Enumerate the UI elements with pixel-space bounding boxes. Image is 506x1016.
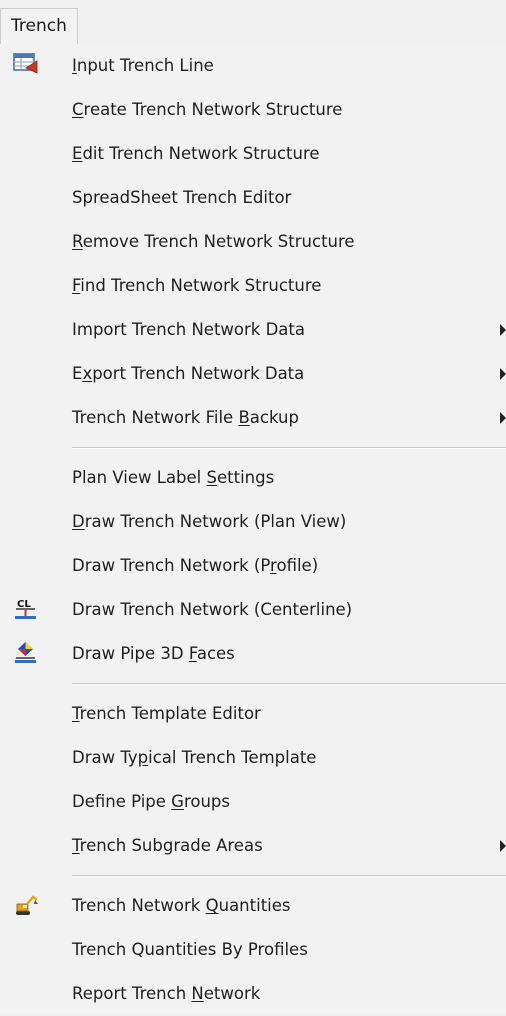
menu-item-label: Draw Trench Network (Centerline) — [72, 600, 353, 619]
menu-item-label: Trench Network Quantities — [72, 896, 291, 915]
menu-item-label: Edit Trench Network Structure — [72, 144, 320, 163]
menu-item-trench-subgrade-areas[interactable]: Trench Subgrade Areas — [0, 824, 506, 868]
menu-item-label: Draw Trench Network (Plan View) — [72, 512, 347, 531]
menu-item-draw-pipe-3d-faces[interactable]: Draw Pipe 3D Faces — [0, 632, 506, 676]
menu-item-label: Define Pipe Groups — [72, 792, 230, 811]
menu-item-draw-trench-network-plan-view[interactable]: Draw Trench Network (Plan View) — [0, 500, 506, 544]
menu-item-remove-trench-network-structure[interactable]: Remove Trench Network Structure — [0, 220, 506, 264]
menu-item-label: Remove Trench Network Structure — [72, 232, 355, 251]
pipe-3d-icon — [13, 640, 41, 668]
menu-item-trench-network-file-backup[interactable]: Trench Network File Backup — [0, 396, 506, 440]
menu-item-trench-quantities-by-profiles[interactable]: Trench Quantities By Profiles — [0, 928, 506, 972]
menu-item-trench-network-quantities[interactable]: Trench Network Quantities — [0, 884, 506, 928]
menu-item-create-trench-network-structure[interactable]: Create Trench Network Structure — [0, 88, 506, 132]
menu-item-plan-view-label-settings[interactable]: Plan View Label Settings — [0, 456, 506, 500]
trench-dropdown-menu: Input Trench Line Create Trench Network S… — [0, 44, 506, 1014]
menu-item-label: Trench Template Editor — [72, 704, 261, 723]
menu-item-label: Trench Network File Backup — [72, 408, 299, 427]
submenu-arrow-icon — [500, 324, 506, 336]
menu-item-label: Report Trench Network — [72, 984, 261, 1003]
menu-item-edit-trench-network-structure[interactable]: Edit Trench Network Structure — [0, 132, 506, 176]
menu-item-trench-template-editor[interactable]: Trench Template Editor — [0, 692, 506, 736]
trench-line-icon — [13, 52, 41, 80]
menu-item-label: Input Trench Line — [72, 56, 214, 75]
menu-item-label: Create Trench Network Structure — [72, 100, 343, 119]
menu-item-label: Export Trench Network Data — [72, 364, 305, 383]
menu-item-import-trench-network-data[interactable]: Import Trench Network Data — [0, 308, 506, 352]
submenu-arrow-icon — [500, 368, 506, 380]
menu-item-define-pipe-groups[interactable]: Define Pipe Groups — [0, 780, 506, 824]
menu-item-label: Plan View Label Settings — [72, 468, 275, 487]
menu-item-label: Trench Subgrade Areas — [72, 836, 263, 855]
menu-item-spreadsheet-trench-editor[interactable]: SpreadSheet Trench Editor — [0, 176, 506, 220]
menu-item-label: Import Trench Network Data — [72, 320, 305, 339]
menu-bar: Trench — [0, 0, 506, 44]
svg-text:CL: CL — [17, 599, 31, 610]
menu-separator — [72, 875, 506, 877]
submenu-arrow-icon — [500, 412, 506, 424]
excavator-icon — [13, 892, 41, 920]
menu-separator — [72, 683, 506, 685]
menu-item-draw-trench-network-centerline[interactable]: CL Draw Trench Network (Centerline) — [0, 588, 506, 632]
menu-item-label: Draw Pipe 3D Faces — [72, 644, 235, 663]
menu-separator — [72, 447, 506, 449]
menu-item-draw-trench-network-profile[interactable]: Draw Trench Network (Profile) — [0, 544, 506, 588]
centerline-icon: CL — [13, 596, 41, 624]
menu-item-label: Draw Typical Trench Template — [72, 748, 317, 767]
trench-menu-header[interactable]: Trench — [0, 8, 78, 44]
menu-item-label: Draw Trench Network (Profile) — [72, 556, 319, 575]
menu-item-label: SpreadSheet Trench Editor — [72, 188, 292, 207]
menu-item-input-trench-line[interactable]: Input Trench Line — [0, 44, 506, 88]
menu-item-draw-typical-trench-template[interactable]: Draw Typical Trench Template — [0, 736, 506, 780]
menu-item-label: Find Trench Network Structure — [72, 276, 322, 295]
menu-item-label: Trench Quantities By Profiles — [72, 940, 308, 959]
submenu-arrow-icon — [500, 840, 506, 852]
menu-item-export-trench-network-data[interactable]: Export Trench Network Data — [0, 352, 506, 396]
menu-item-find-trench-network-structure[interactable]: Find Trench Network Structure — [0, 264, 506, 308]
menu-item-report-trench-network[interactable]: Report Trench Network — [0, 972, 506, 1016]
